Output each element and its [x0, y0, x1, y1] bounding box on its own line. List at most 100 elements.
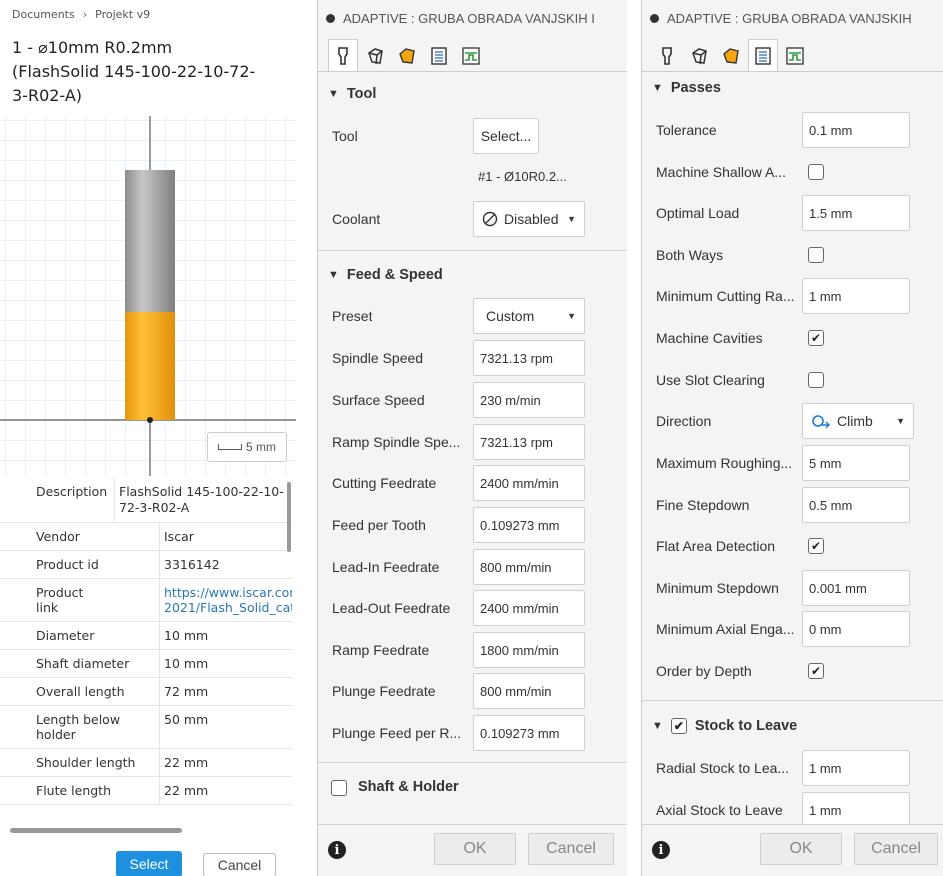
order-by-depth-checkbox[interactable]: ✔	[808, 663, 824, 679]
coolant-dropdown[interactable]: Disabled ▼	[473, 201, 585, 237]
chevron-down-icon: ▼	[567, 214, 576, 224]
preset-dropdown[interactable]: Custom ▼	[473, 298, 585, 334]
tab-linking[interactable]	[456, 39, 486, 71]
properties-horizontal-scrollbar[interactable]	[10, 828, 182, 833]
select-tool-button[interactable]: Select...	[473, 118, 539, 154]
breadcrumb-root[interactable]: Documents	[12, 8, 75, 21]
surface-speed-input[interactable]: 230 m/min	[473, 382, 585, 418]
ok-button[interactable]: OK	[434, 833, 516, 865]
axial-stock-to-leave-input[interactable]: 1 mm	[802, 792, 910, 828]
operation-tabs	[642, 36, 943, 72]
property-value: 72 mm	[164, 684, 209, 699]
section-shaft-holder-header[interactable]: Shaft & Holder	[358, 779, 459, 795]
fine-stepdown-input[interactable]: 0.5 mm	[802, 487, 910, 523]
machine-shallow-checkbox[interactable]	[808, 164, 824, 180]
flat-area-detection-label: Flat Area Detection	[656, 538, 776, 554]
tool-tab-icon	[338, 46, 348, 65]
cancel-button[interactable]: Cancel	[528, 833, 614, 865]
chevron-down-icon: ▼	[567, 311, 576, 321]
tab-passes[interactable]	[748, 39, 778, 71]
info-icon[interactable]: i	[652, 841, 670, 859]
section-divider	[318, 762, 627, 763]
use-slot-clearing-checkbox[interactable]	[808, 372, 824, 388]
dialog-title-bar[interactable]: ADAPTIVE : GRUBA OBRADA VANJSKIH	[642, 0, 943, 36]
property-label: Length below holder	[0, 706, 160, 748]
property-label: Shoulder length	[0, 749, 160, 776]
lead-in-feedrate-label: Lead-In Feedrate	[332, 559, 440, 575]
section-tool-header[interactable]: ▼ Tool	[328, 86, 376, 102]
plunge-feedrate-input[interactable]: 800 mm/min	[473, 673, 585, 709]
tab-tool[interactable]	[652, 39, 682, 71]
tool-label: Tool	[332, 128, 358, 144]
minimum-stepdown-input[interactable]: 0.001 mm	[802, 570, 910, 606]
tolerance-input[interactable]: 0.1 mm	[802, 112, 910, 148]
plunge-feed-per-rev-input[interactable]: 0.109273 mm	[473, 715, 585, 751]
cancel-button[interactable]: Cancel	[854, 833, 938, 865]
operation-tabs	[318, 36, 627, 72]
product-link-line[interactable]: https://www.iscar.com/Catal	[164, 585, 292, 600]
product-link[interactable]: https://www.iscar.com/Catal 2021/Flash_S…	[160, 579, 292, 621]
section-title: Shaft & Holder	[358, 779, 459, 795]
ok-button[interactable]: OK	[760, 833, 842, 865]
tool-preview[interactable]	[0, 116, 296, 476]
property-label-line: holder	[36, 727, 76, 742]
tool-shank	[125, 170, 175, 312]
minimum-cutting-radius-input[interactable]: 1 mm	[802, 278, 910, 314]
stock-to-leave-checkbox[interactable]: ✔	[670, 718, 687, 734]
passes-tab-icon	[755, 46, 771, 65]
tab-heights[interactable]	[392, 39, 422, 71]
ramp-feedrate-input[interactable]: 1800 mm/min	[473, 632, 585, 668]
ramp-feedrate-label: Ramp Feedrate	[332, 642, 430, 658]
feed-per-tooth-input[interactable]: 0.109273 mm	[473, 507, 585, 543]
tab-heights[interactable]	[716, 39, 746, 71]
lead-out-feedrate-label: Lead-Out Feedrate	[332, 600, 451, 616]
direction-dropdown[interactable]: Climb ▼	[802, 403, 914, 439]
spindle-speed-input[interactable]: 7321.13 rpm	[473, 340, 585, 376]
property-label: Overall length	[0, 678, 160, 705]
tab-geometry[interactable]	[684, 39, 714, 71]
flat-area-detection-checkbox[interactable]: ✔	[808, 538, 824, 554]
section-passes-header[interactable]: ▼ Passes	[652, 80, 721, 96]
dialog-title-bar[interactable]: ADAPTIVE : GRUBA OBRADA VANJSKIH I	[318, 0, 627, 36]
lead-out-feedrate-input[interactable]: 2400 mm/min	[473, 590, 585, 626]
tab-passes[interactable]	[424, 39, 454, 71]
passes-tab-icon	[431, 46, 447, 65]
cutting-feedrate-input[interactable]: 2400 mm/min	[473, 465, 585, 501]
section-divider	[318, 250, 627, 251]
ramp-spindle-speed-input[interactable]: 7321.13 rpm	[473, 424, 585, 460]
table-row: Flute length 22 mm	[0, 777, 292, 805]
checkmark-icon: ✔	[673, 719, 684, 733]
product-link-line[interactable]: 2021/Flash_Solid_catalog_4	[164, 600, 292, 615]
cancel-button[interactable]: Cancel	[203, 853, 276, 876]
both-ways-checkbox[interactable]	[808, 247, 824, 263]
geometry-tab-icon	[692, 47, 707, 64]
lead-in-feedrate-input[interactable]: 800 mm/min	[473, 549, 585, 585]
optimal-load-input[interactable]: 1.5 mm	[802, 195, 910, 231]
radial-stock-to-leave-label: Radial Stock to Lea...	[656, 760, 790, 776]
select-button[interactable]: Select	[116, 851, 182, 876]
section-feed-speed-header[interactable]: ▼ Feed & Speed	[328, 267, 443, 283]
machine-shallow-label: Machine Shallow A...	[656, 164, 786, 180]
caret-down-icon: ▼	[328, 88, 339, 100]
table-row: Product link https://www.iscar.com/Catal…	[0, 579, 292, 622]
maximum-roughing-stepdown-input[interactable]: 5 mm	[802, 445, 910, 481]
radial-stock-to-leave-input[interactable]: 1 mm	[802, 750, 910, 786]
adaptive-dialog-passes-tab: ADAPTIVE : GRUBA OBRADA VANJSKIH ▼ Passe…	[641, 0, 943, 876]
property-label-line: Product	[36, 585, 84, 600]
breadcrumb-current[interactable]: Projekt v9	[95, 8, 150, 21]
tab-tool[interactable]	[328, 39, 358, 71]
properties-vertical-scrollbar[interactable]	[287, 482, 291, 552]
minimum-cutting-radius-label: Minimum Cutting Ra...	[656, 288, 795, 304]
section-stock-to-leave-header[interactable]: ▼ ✔ Stock to Leave	[652, 718, 797, 734]
dialog-footer: i OK Cancel	[642, 824, 943, 876]
tab-geometry[interactable]	[360, 39, 390, 71]
property-label: Vendor	[0, 523, 160, 550]
machine-cavities-checkbox[interactable]: ✔	[808, 330, 824, 346]
tolerance-label: Tolerance	[656, 122, 717, 138]
minimum-axial-engagement-input[interactable]: 0 mm	[802, 611, 910, 647]
linking-tab-icon	[462, 46, 480, 65]
info-icon[interactable]: i	[328, 841, 346, 859]
spindle-speed-label: Spindle Speed	[332, 350, 424, 366]
shaft-holder-checkbox[interactable]	[331, 780, 347, 796]
tab-linking[interactable]	[780, 39, 810, 71]
